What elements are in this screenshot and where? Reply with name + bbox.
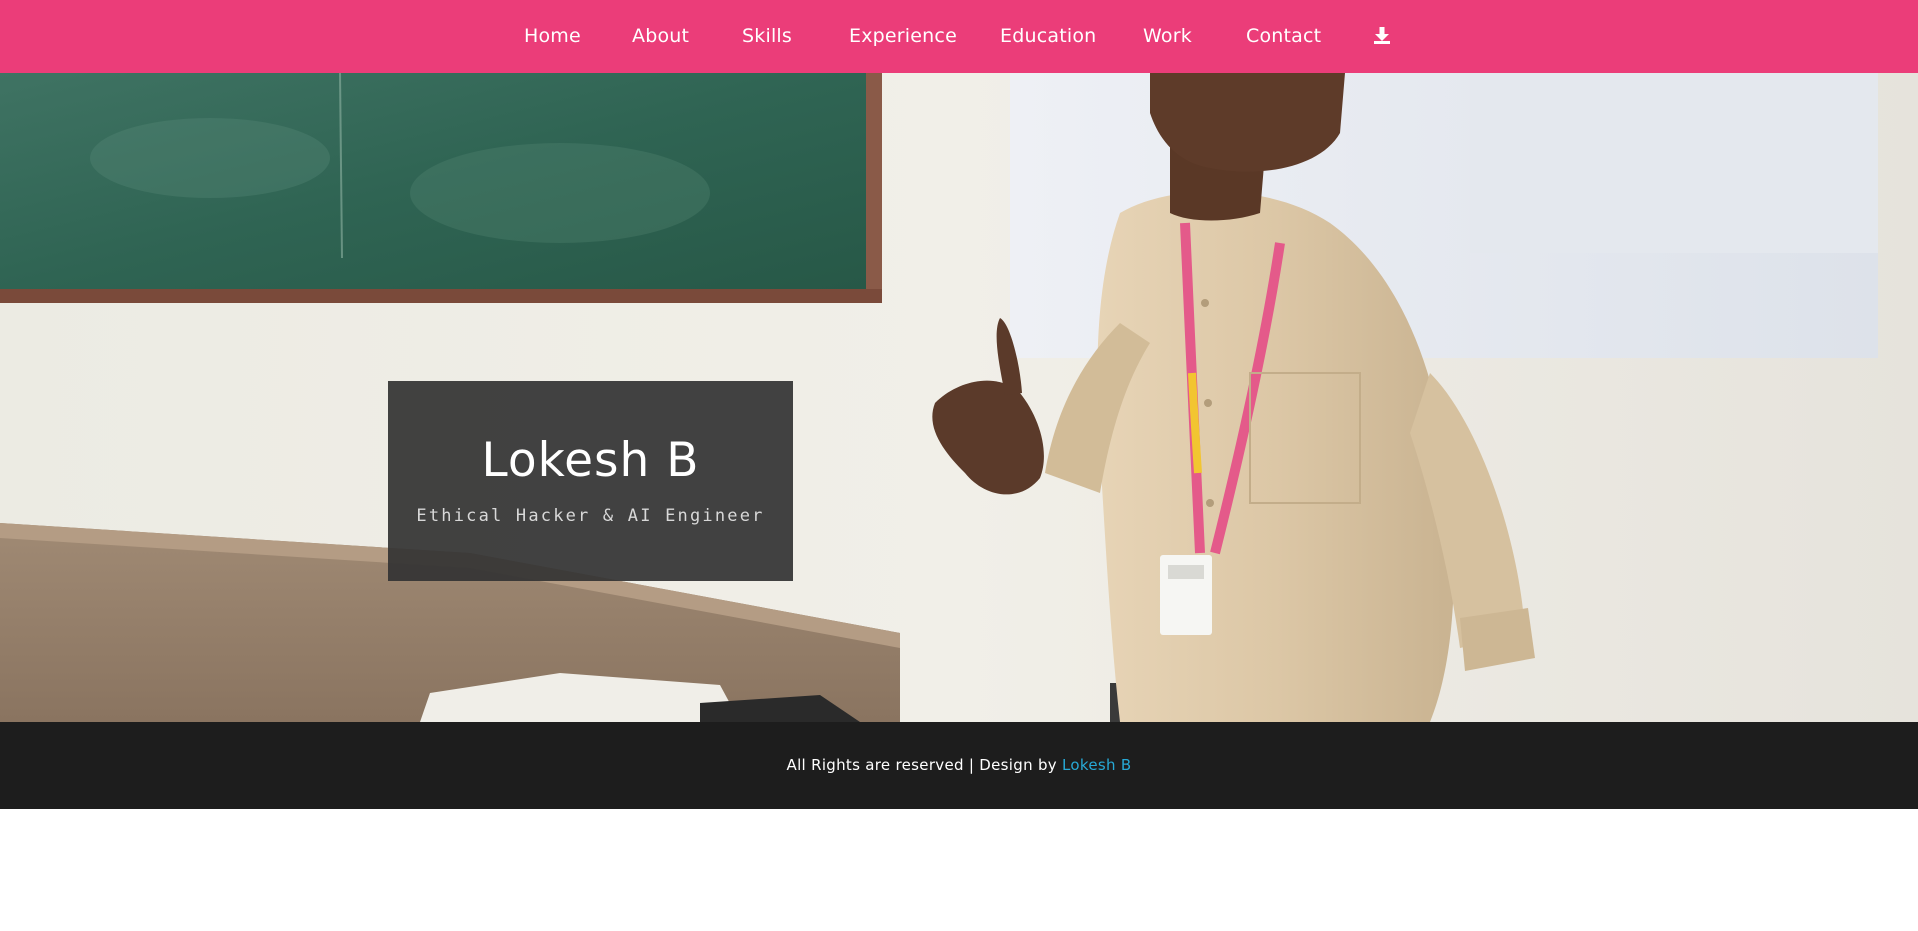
top-navbar: Home About Skills Experience Education W… [0, 0, 1918, 73]
nav-item-about[interactable]: About [632, 0, 689, 73]
hero-role: Ethical Hacker & AI Engineer [416, 506, 765, 526]
hero-section: Lokesh B Ethical Hacker & AI Engineer [0, 73, 1918, 722]
footer-author-link[interactable]: Lokesh B [1062, 756, 1131, 774]
nav-item-home[interactable]: Home [524, 0, 581, 73]
nav-item-experience[interactable]: Experience [849, 0, 957, 73]
nav-item-education[interactable]: Education [1000, 0, 1096, 73]
hero-name: Lokesh B [481, 433, 700, 488]
footer-text: All Rights are reserved | Design by [786, 756, 1063, 774]
download-icon[interactable] [1372, 24, 1392, 48]
hero-background-photo [0, 73, 1918, 722]
nav-item-contact[interactable]: Contact [1246, 0, 1321, 73]
nav-item-work[interactable]: Work [1143, 0, 1192, 73]
footer: All Rights are reserved | Design by Loke… [0, 722, 1918, 809]
hero-name-card: Lokesh B Ethical Hacker & AI Engineer [388, 381, 793, 581]
nav-item-skills[interactable]: Skills [742, 0, 792, 73]
